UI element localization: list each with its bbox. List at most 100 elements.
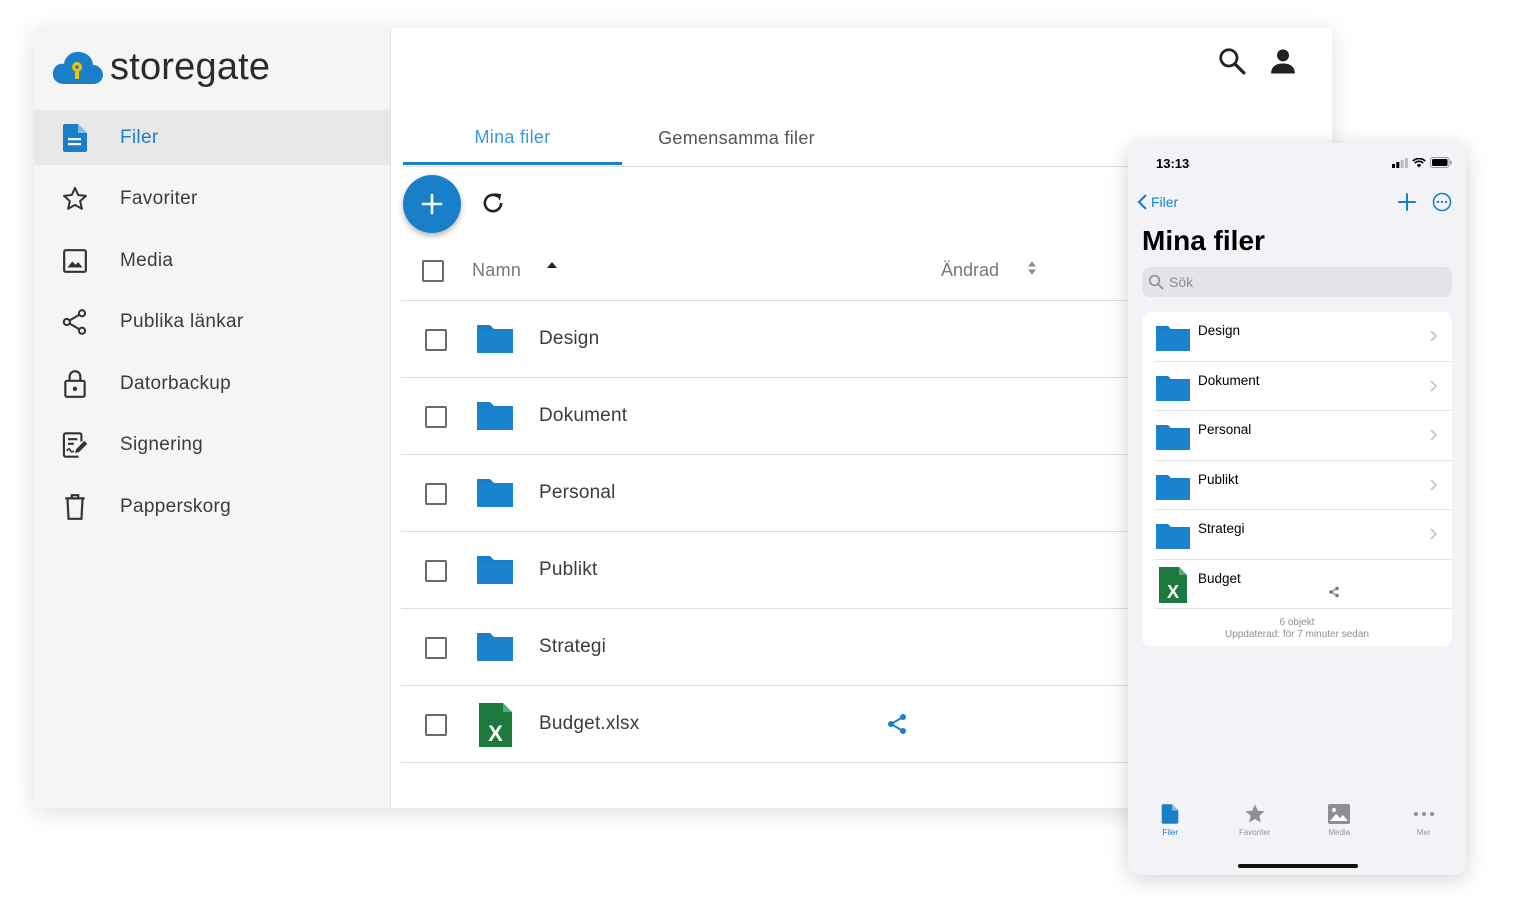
column-changed-header[interactable]: Ändrad — [941, 260, 999, 281]
mobile-screen: 13:13 Filer Mina filer Design Dokument P… — [1128, 143, 1466, 875]
chevron-right-icon — [1430, 478, 1438, 491]
add-button[interactable] — [403, 175, 461, 233]
image-icon — [60, 246, 90, 276]
column-name-header[interactable]: Namn — [472, 260, 521, 281]
back-label: Filer — [1151, 194, 1179, 210]
tab-favoriter[interactable]: Favoriter — [1213, 803, 1298, 849]
list-item[interactable]: Strategi — [1142, 510, 1452, 560]
status-bar-icons — [1392, 157, 1452, 168]
tab-label: Gemensamma filer — [658, 128, 815, 148]
tab-filer[interactable]: Filer — [1128, 803, 1213, 849]
tab-label: Mina filer — [474, 126, 551, 147]
file-name: Personal — [539, 482, 616, 503]
table-row[interactable]: Design — [401, 301, 1141, 378]
search-icon — [1148, 274, 1164, 290]
sidebar-item-label: Signering — [120, 434, 203, 455]
folder-icon — [1156, 524, 1190, 549]
home-indicator — [1238, 864, 1358, 868]
tab-label: Media — [1328, 828, 1351, 837]
more-icon — [1413, 812, 1434, 816]
sidebar-item-signering[interactable]: Signering — [34, 418, 390, 473]
sidebar-item-media[interactable]: Media — [34, 233, 390, 288]
list-item[interactable]: X Budget — [1142, 560, 1452, 610]
back-button[interactable]: Filer — [1136, 193, 1178, 211]
folder-icon — [477, 402, 513, 430]
table-row[interactable]: Publikt — [401, 532, 1141, 609]
tab-mina-filer[interactable]: Mina filer — [403, 112, 622, 165]
table-row[interactable]: Personal — [401, 455, 1141, 532]
sidebar-item-label: Filer — [120, 126, 159, 148]
file-list: Design Dokument Personal Publikt Strateg — [401, 301, 1141, 763]
sidebar-item-favoriter[interactable]: Favoriter — [34, 172, 390, 227]
tab-label: Mer — [1416, 828, 1431, 837]
list-item[interactable]: Publikt — [1142, 461, 1452, 511]
account-icon[interactable] — [1268, 46, 1298, 76]
list-item[interactable]: Personal — [1142, 411, 1452, 461]
search-icon[interactable] — [1217, 46, 1247, 76]
logo[interactable]: storegate — [52, 46, 270, 89]
item-name: Design — [1198, 323, 1241, 338]
lock-icon — [60, 369, 90, 399]
sort-icon[interactable] — [1026, 260, 1038, 276]
plus-icon[interactable] — [1396, 191, 1418, 213]
star-icon — [60, 184, 90, 214]
chevron-right-icon — [1430, 330, 1438, 342]
table-row[interactable]: X Budget.xlsx — [401, 686, 1141, 763]
file-name: Budget.xlsx — [539, 713, 640, 734]
row-checkbox[interactable] — [425, 406, 447, 428]
chevron-left-icon — [1137, 194, 1147, 210]
sidebar-item-papperskorg[interactable]: Papperskorg — [34, 479, 390, 534]
updated-status: Uppdaterad: för 7 minuter sedan — [1225, 629, 1369, 640]
sidebar-item-label: Publika länkar — [120, 311, 244, 332]
storegate-cloud-icon — [52, 51, 103, 84]
sidebar-nav: Filer Favoriter Media Publika länkar Dat… — [34, 110, 390, 541]
tab-mer[interactable]: Mer — [1382, 803, 1467, 849]
item-count: 6 objekt — [1279, 617, 1315, 628]
sidebar-item-datorbackup[interactable]: Datorbackup — [34, 356, 390, 411]
star-icon — [1245, 804, 1265, 823]
status-time: 13:13 — [1156, 156, 1190, 171]
folder-icon — [477, 325, 513, 353]
row-checkbox[interactable] — [425, 483, 447, 505]
document-icon — [60, 123, 90, 153]
sidebar-item-publika-lankar[interactable]: Publika länkar — [34, 295, 390, 350]
svg-text:X: X — [1167, 582, 1179, 602]
sidebar-item-label: Datorbackup — [120, 372, 232, 394]
file-name: Publikt — [539, 559, 598, 580]
tab-media[interactable]: Media — [1297, 803, 1382, 849]
table-row[interactable]: Strategi — [401, 609, 1141, 686]
sort-ascending-icon[interactable] — [546, 260, 558, 270]
table-row[interactable]: Dokument — [401, 378, 1141, 455]
refresh-icon[interactable] — [479, 189, 507, 217]
more-circle-icon[interactable] — [1431, 191, 1453, 213]
folder-icon — [1156, 326, 1190, 351]
share-icon[interactable] — [885, 712, 909, 736]
folder-icon — [477, 556, 513, 584]
select-all-checkbox[interactable] — [422, 260, 444, 282]
item-name: Strategi — [1198, 521, 1245, 536]
plus-icon — [421, 193, 443, 215]
search-input[interactable] — [1169, 274, 1429, 290]
row-checkbox[interactable] — [425, 637, 447, 659]
folder-icon — [477, 633, 513, 661]
row-checkbox[interactable] — [425, 714, 447, 736]
tab-gemensamma-filer[interactable]: Gemensamma filer — [634, 112, 839, 165]
share-icon[interactable] — [1328, 586, 1340, 598]
sidebar: storegate Filer Favoriter Media Publika … — [34, 28, 391, 808]
list-item[interactable]: Dokument — [1142, 362, 1452, 412]
document-icon — [1161, 804, 1179, 824]
item-name: Publikt — [1198, 471, 1239, 487]
row-checkbox[interactable] — [425, 329, 447, 351]
chevron-right-icon — [1430, 429, 1438, 441]
list-item[interactable]: Design — [1142, 312, 1452, 362]
search-field[interactable] — [1142, 267, 1452, 297]
sidebar-item-filer[interactable]: Filer — [34, 110, 390, 165]
row-checkbox[interactable] — [425, 560, 447, 582]
mobile-file-list: Design Dokument Personal Publikt Strateg… — [1142, 312, 1452, 646]
logo-text: storegate — [110, 46, 271, 88]
sidebar-item-label: Media — [120, 249, 174, 271]
folder-icon — [477, 479, 513, 507]
folder-icon — [1156, 375, 1190, 401]
tab-label: Filer — [1162, 828, 1179, 837]
signal-icon — [1392, 157, 1408, 168]
